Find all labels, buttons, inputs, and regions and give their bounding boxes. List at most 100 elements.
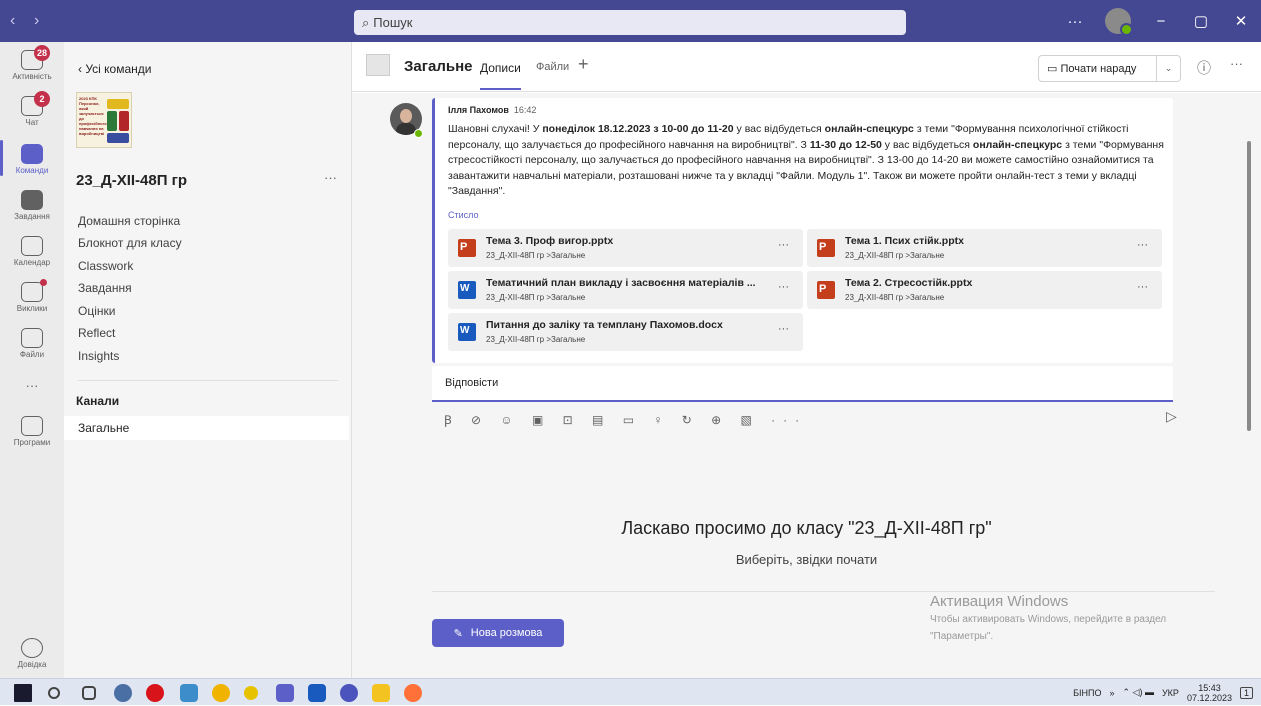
watermark-text: Чтобы активировать Windows, перейдите в … — [930, 614, 1167, 625]
team-nav-notebook[interactable]: Блокнот для класу — [78, 236, 182, 250]
all-teams-back-link[interactable]: ‹ Усі команди — [78, 62, 151, 76]
post-text-bold: понеділок 18.12.2023 з 10-00 до 11-20 — [542, 123, 734, 135]
rail-more-button[interactable]: ··· — [0, 378, 64, 393]
post-text: у вас відбудеться — [733, 123, 825, 135]
rail-files[interactable]: Файли — [0, 328, 64, 359]
logo-shape — [107, 99, 129, 109]
chrome-icon[interactable] — [212, 684, 230, 702]
powerpoint-icon — [817, 281, 835, 299]
powerpoint-icon — [458, 239, 476, 257]
header-more-button[interactable]: ··· — [1230, 56, 1243, 71]
tab-files[interactable]: Файли — [536, 61, 569, 73]
rail-calendar[interactable]: Календар — [0, 236, 64, 267]
post-author[interactable]: Ілля Пахомов — [448, 105, 509, 115]
attachment-card[interactable]: Питання до заліку та темплану Пахомов.do… — [448, 313, 803, 351]
team-nav-insights[interactable]: Insights — [78, 349, 119, 363]
opera-icon[interactable] — [146, 684, 164, 702]
network-volume-icons[interactable]: ⌃ ◁) ▬ — [1123, 687, 1154, 698]
attachment-card[interactable]: Тема 3. Проф вигор.pptx 23_Д-XII-48П гр … — [448, 229, 803, 267]
divider — [432, 591, 1215, 592]
close-button[interactable]: ✕ — [1221, 12, 1261, 30]
attachment-card[interactable]: Тематичний план викладу і засвоєння мате… — [448, 271, 803, 309]
attachment-card[interactable]: Тема 2. Стресостійк.pptx 23_Д-XII-48П гр… — [807, 271, 1162, 309]
team-nav-assignments[interactable]: Завдання — [78, 281, 132, 295]
input-language[interactable]: БІНПО — [1073, 688, 1101, 698]
rail-chat[interactable]: 2 Чат — [0, 91, 64, 127]
clock[interactable]: 15:43 07.12.2023 — [1187, 683, 1232, 703]
rail-label: Виклики — [16, 304, 48, 313]
compose-toolbar[interactable]: Ꞵ ⊘ ☺ ▣ ⊡ ▤ ▭ ♀ ↻ ⊕ ▧ ··· — [444, 411, 807, 428]
send-icon[interactable]: ▷ — [1166, 408, 1177, 425]
add-tab-button[interactable]: + — [578, 54, 589, 75]
team-nav-home[interactable]: Домашня сторінка — [78, 214, 180, 228]
minimize-button[interactable]: − — [1141, 13, 1181, 30]
attachment-more-button[interactable]: ··· — [778, 323, 789, 335]
teams-icon — [21, 144, 43, 164]
app-icon[interactable] — [180, 684, 198, 702]
new-conversation-button[interactable]: ✎ Нова розмова — [432, 619, 564, 647]
rail-help[interactable]: Довідка — [0, 638, 64, 669]
channel-general[interactable]: Загальне — [64, 416, 349, 440]
reply-input[interactable]: Відповісти — [432, 366, 1173, 402]
profile-avatar[interactable] — [1105, 8, 1133, 36]
rail-teams[interactable]: Команди — [0, 144, 64, 175]
channel-header: Загальне Дописи Файли + ▭ Почати нараду … — [352, 42, 1261, 92]
firefox-icon[interactable] — [404, 684, 422, 702]
viber-icon[interactable] — [340, 684, 358, 702]
file-explorer-icon[interactable] — [372, 684, 390, 702]
video-camera-icon: ▭ — [1047, 63, 1061, 75]
attachment-more-button[interactable]: ··· — [778, 239, 789, 251]
search-input[interactable]: ⌕ Пошук — [354, 10, 906, 35]
attachment-path: 23_Д-XII-48П гр >Загальне — [486, 293, 586, 302]
maximize-button[interactable]: ▢ — [1181, 12, 1221, 30]
tab-posts[interactable]: Дописи — [480, 61, 521, 90]
keyboard-language[interactable]: УКР — [1162, 688, 1179, 698]
rail-calls[interactable]: Виклики — [0, 279, 64, 313]
settings-more-button[interactable]: ··· — [1055, 13, 1095, 30]
channels-heading: Канали — [76, 394, 120, 408]
system-tray: БІНПО » ⌃ ◁) ▬ УКР 15:43 07.12.2023 1 — [1073, 679, 1261, 706]
collapse-link[interactable]: Стисло — [448, 210, 479, 220]
team-logo[interactable]: 2023 КПК Персонал, який залучається до п… — [76, 92, 132, 148]
rail-activity[interactable]: 28 Активність — [0, 45, 64, 81]
meeting-dropdown-chevron-icon[interactable]: ⌄ — [1156, 56, 1180, 81]
presence-available-icon — [414, 129, 423, 138]
attachment-path: 23_Д-XII-48П гр >Загальне — [486, 335, 586, 344]
back-nav-button[interactable]: ‹ — [10, 12, 24, 30]
start-meeting-button[interactable]: ▭ Почати нараду ⌄ — [1038, 55, 1181, 82]
attachment-more-button[interactable]: ··· — [1137, 281, 1148, 293]
compose-icon: ✎ — [453, 627, 463, 640]
forward-nav-button[interactable]: › — [34, 12, 48, 30]
clock-date: 07.12.2023 — [1186, 692, 1232, 703]
scrollbar[interactable] — [1247, 141, 1251, 431]
rail-label: Програми — [13, 438, 51, 447]
rail-assignments[interactable]: Завдання — [0, 190, 64, 221]
post-body: Шановні слухачі! У понеділок 18.12.2023 … — [448, 122, 1168, 200]
app-icon[interactable] — [114, 684, 132, 702]
team-pane: ‹ Усі команди 2023 КПК Персонал, який за… — [64, 42, 352, 678]
word-taskbar-icon[interactable] — [308, 684, 326, 702]
team-nav-reflect[interactable]: Reflect — [78, 326, 115, 340]
attachment-more-button[interactable]: ··· — [778, 281, 789, 293]
attachment-name: Тема 1. Псих стійк.pptx — [845, 235, 964, 247]
attachment-card[interactable]: Тема 1. Псих стійк.pptx 23_Д-XII-48П гр … — [807, 229, 1162, 267]
attachment-more-button[interactable]: ··· — [1137, 239, 1148, 251]
bell-icon: 28 — [21, 45, 50, 70]
rail-apps[interactable]: Програми — [0, 416, 64, 447]
start-icon[interactable] — [14, 684, 32, 702]
powerpoint-icon — [817, 239, 835, 257]
task-view-icon[interactable] — [82, 686, 96, 700]
team-more-button[interactable]: ··· — [324, 170, 337, 185]
search-icon[interactable] — [48, 687, 60, 699]
info-icon[interactable]: ⓘ — [1197, 58, 1211, 78]
help-icon — [21, 638, 43, 658]
calendar-icon — [21, 236, 43, 256]
teams-taskbar-icon[interactable] — [276, 684, 294, 702]
logo-shape — [107, 111, 117, 131]
app-icon[interactable] — [244, 686, 258, 700]
team-nav-classwork[interactable]: Classwork — [78, 259, 133, 273]
notification-icon[interactable]: 1 — [1239, 686, 1253, 699]
tray-expand-icon[interactable]: » — [1109, 688, 1114, 698]
team-nav-grades[interactable]: Оцінки — [78, 304, 115, 318]
windows-activation-watermark: Активация Windows Чтобы активировать Win… — [930, 593, 1166, 644]
